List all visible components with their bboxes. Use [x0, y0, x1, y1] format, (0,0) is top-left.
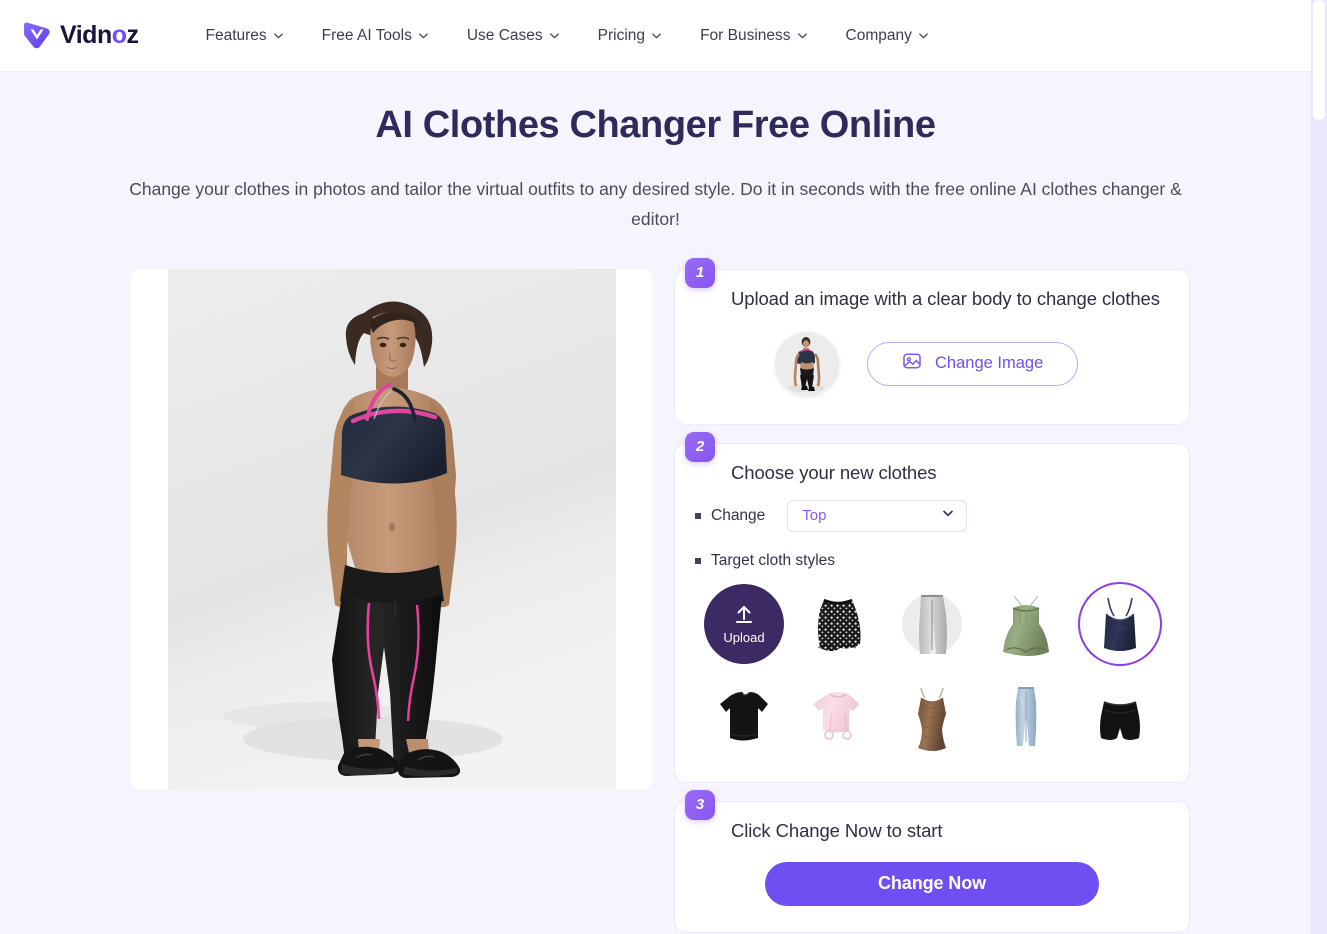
step-title-3: Click Change Now to start [731, 819, 943, 841]
change-part-label: Change [711, 506, 766, 524]
page-title: AI Clothes Changer Free Online [375, 104, 936, 146]
nav-item-for-business[interactable]: For Business [681, 27, 826, 45]
chevron-down-icon [549, 30, 560, 41]
vidnoz-logo-icon [20, 19, 54, 53]
main-navigation: Features Free AI Tools Use Cases Pricing [187, 27, 948, 45]
step-3-body: Change Now [675, 842, 1189, 932]
bullet-icon [695, 557, 701, 564]
hero-section: AI Clothes Changer Free Online Change yo… [0, 72, 1311, 234]
change-part-row: Change Top [675, 499, 1189, 532]
nav-item-use-cases[interactable]: Use Cases [448, 27, 579, 45]
cloth-style-brown-ruched-mini-dress[interactable] [892, 678, 972, 758]
step-title-1: Upload an image with a clear body to cha… [731, 287, 1160, 309]
nav-label: Free AI Tools [321, 26, 412, 44]
nav-item-free-ai-tools[interactable]: Free AI Tools [303, 27, 448, 45]
photo-preview-card[interactable] [131, 268, 652, 790]
nav-item-pricing[interactable]: Pricing [579, 27, 681, 45]
vidnoz-logo[interactable]: Vidnoz [20, 19, 139, 53]
logo-text-pre: Vidn [60, 21, 112, 49]
nav-label: Company [845, 26, 912, 44]
step-title-2: Choose your new clothes [731, 461, 937, 483]
target-styles-label: Target cloth styles [711, 551, 836, 569]
step-badge-1: 1 [685, 257, 715, 288]
chevron-down-icon [651, 30, 662, 41]
site-header: Vidnoz Features Free AI Tools Use Cases [0, 0, 1311, 72]
change-now-button[interactable]: Change Now [765, 861, 1099, 906]
nav-label: For Business [700, 26, 791, 44]
cloth-style-light-blue-straight-jeans[interactable] [986, 678, 1066, 758]
chevron-down-icon [797, 30, 808, 41]
chevron-down-icon [918, 30, 929, 41]
step-1-body: Change Image [675, 310, 1189, 424]
nav-label: Use Cases [466, 26, 543, 44]
chevron-down-icon [418, 30, 429, 41]
upload-icon [731, 602, 757, 628]
cloth-style-upload-label: Upload [723, 630, 765, 645]
chevron-down-icon [273, 30, 284, 41]
scrollbar-thumb[interactable] [1313, 0, 1325, 120]
uploaded-photo [167, 268, 616, 790]
image-icon [902, 351, 922, 376]
steps-rail: 1 Upload an image with a clear body to c… [674, 257, 1190, 934]
cloth-style-upload[interactable]: Upload [704, 583, 784, 664]
step-card-2: 2 Choose your new clothes Change Top Tar… [674, 431, 1190, 783]
uploaded-photo-thumbnail[interactable] [775, 331, 839, 396]
nav-item-features[interactable]: Features [187, 27, 303, 45]
editor-area: 1 Upload an image with a clear body to c… [0, 257, 1311, 934]
change-image-label: Change Image [935, 354, 1044, 372]
bullet-icon [695, 512, 701, 519]
cloth-style-black-t-shirt[interactable] [704, 678, 784, 758]
cloth-style-pink-ruched-crop-top[interactable] [798, 678, 878, 758]
step-badge-2: 2 [685, 431, 715, 462]
page-scrollbar[interactable] [1311, 0, 1327, 934]
step-badge-3: 3 [685, 789, 715, 820]
change-part-select[interactable]: Top [787, 499, 968, 532]
vidnoz-logo-text: Vidnoz [60, 21, 139, 50]
logo-text-o: o [111, 21, 127, 49]
step-2-body: Change Top Target cloth styles Upload [675, 484, 1189, 782]
cloth-style-grey-wide-leg-jeans[interactable] [892, 584, 972, 664]
nav-label: Features [205, 26, 267, 44]
cloth-style-floral-print-skirt[interactable] [798, 584, 878, 664]
cloth-style-black-mini-skort[interactable] [1080, 678, 1160, 758]
step-card-3: 3 Click Change Now to start Change Now [674, 789, 1190, 933]
change-image-button[interactable]: Change Image [867, 341, 1079, 386]
step-card-1: 1 Upload an image with a clear body to c… [674, 257, 1190, 425]
nav-item-company[interactable]: Company [827, 27, 948, 45]
change-part-value: Top [802, 507, 827, 524]
target-styles-row: Target cloth styles [675, 552, 1189, 570]
logo-text-post: z [126, 21, 140, 49]
cloth-style-grid: Upload [675, 583, 1189, 758]
nav-label: Pricing [597, 26, 646, 44]
cloth-style-navy-cami-tank-top[interactable] [1080, 584, 1160, 664]
page-subtitle: Change your clothes in photos and tailor… [129, 178, 1182, 229]
chevron-down-icon [941, 506, 955, 525]
cloth-style-green-strappy-mini-dress[interactable] [986, 584, 1066, 664]
page-root: Vidnoz Features Free AI Tools Use Cases [0, 0, 1311, 934]
